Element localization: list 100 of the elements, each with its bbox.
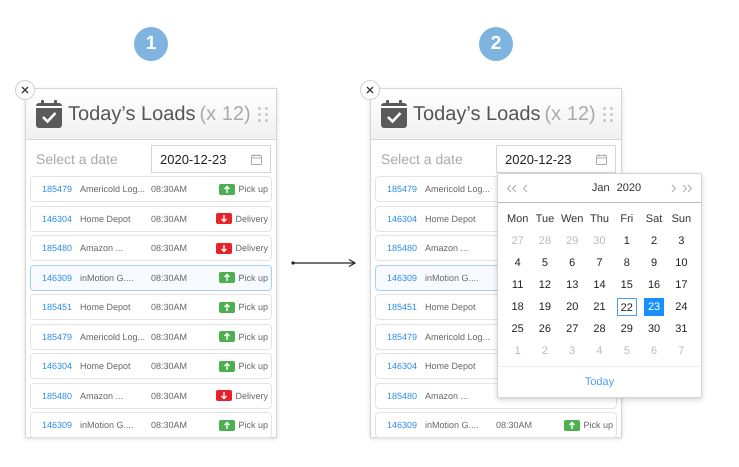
load-id[interactable]: 185480 (42, 390, 80, 400)
month-label[interactable]: Jan (592, 182, 610, 194)
calendar-day[interactable]: 31 (671, 320, 692, 338)
load-id[interactable]: 146309 (387, 272, 425, 282)
load-id[interactable]: 185451 (387, 302, 425, 312)
customer-name: Americold Log... (425, 184, 492, 194)
load-type: Pick up (583, 420, 613, 430)
customer-name: Home Depot (425, 214, 477, 224)
load-row[interactable]: 185451 Home Depot 08:30AM Pick up (30, 294, 272, 320)
load-type: Delivery (235, 243, 268, 253)
close-button[interactable] (15, 80, 35, 100)
load-type: Pick up (238, 184, 268, 194)
date-field[interactable]: 2020-12-23 (151, 145, 271, 173)
load-time: 08:30AM (151, 214, 188, 224)
load-id[interactable]: 146304 (42, 361, 80, 371)
load-type: Pick up (238, 332, 268, 342)
calendar-day[interactable]: 21 (589, 298, 610, 316)
calendar-day[interactable]: 9 (644, 254, 664, 272)
calendar-day[interactable]: 16 (644, 276, 664, 294)
customer-name: inMotion G.... (425, 272, 480, 282)
weekday-label: Tue (534, 212, 556, 227)
load-id[interactable]: 146304 (387, 361, 425, 371)
load-id[interactable]: 185479 (42, 332, 80, 342)
date-field[interactable]: 2020-12-23 (496, 145, 616, 173)
load-time: 08:30AM (151, 243, 188, 253)
load-id[interactable]: 185479 (387, 184, 425, 194)
calendar-day[interactable]: 17 (671, 276, 692, 294)
calendar-day[interactable]: 20 (562, 298, 582, 316)
customer-name: Amazon ... (425, 243, 470, 253)
step-badge: 2 (479, 27, 513, 61)
weekday-label: Sat (644, 212, 664, 227)
load-row[interactable]: 146309 inMotion G.... 08:30AM Pick up (30, 264, 272, 290)
load-id[interactable]: 185480 (42, 243, 80, 253)
customer-name: inMotion G.... (80, 420, 135, 430)
customer-name: Americold Log... (425, 332, 492, 342)
customer-name: Home Depot (80, 302, 132, 312)
load-row[interactable]: 146304 Home Depot 08:30AM Delivery (30, 206, 272, 232)
calendar-day[interactable]: 2 (644, 232, 664, 250)
load-row[interactable]: 146309 inMotion G.... 08:30AM Pick up (375, 412, 617, 438)
load-time: 08:30AM (151, 184, 188, 194)
calendar-day[interactable]: 18 (508, 298, 528, 316)
customer-name: Americold Log... (80, 332, 146, 342)
customer-name: Home Depot (425, 361, 477, 371)
calendar-day[interactable]: 1 (616, 232, 637, 250)
calendar-day[interactable]: 30 (644, 320, 664, 338)
customer-name: inMotion G.... (80, 272, 135, 282)
load-id[interactable]: 146309 (42, 420, 80, 430)
weekday-label: Sun (670, 212, 692, 227)
customer-name: Home Depot (425, 302, 477, 312)
load-id[interactable]: 146304 (387, 214, 425, 224)
load-row[interactable]: 146304 Home Depot 08:30AM Pick up (30, 353, 272, 379)
load-type: Pick up (238, 272, 268, 282)
load-count: (x 12) (544, 102, 596, 126)
year-label[interactable]: 2020 (616, 182, 642, 194)
drag-handle-icon (258, 106, 268, 122)
load-id[interactable]: 185480 (387, 390, 425, 400)
calendar-day[interactable]: 8 (616, 254, 637, 272)
calendar-icon (381, 100, 407, 128)
calendar-icon (36, 100, 62, 128)
customer-name: Americold Log... (80, 184, 146, 194)
load-id[interactable]: 146304 (42, 214, 80, 224)
load-row[interactable]: 185480 Amazon ... 08:30AM Delivery (30, 235, 272, 261)
weekday-label: Mon (506, 212, 530, 227)
load-time: 08:30AM (151, 332, 188, 342)
load-count: (x 12) (200, 102, 251, 126)
load-row[interactable]: 146309 inMotion G.... 08:30AM Pick up (30, 412, 272, 438)
calendar-day[interactable]: 19 (534, 298, 555, 316)
calendar-day[interactable]: 15 (616, 276, 637, 294)
weekday-label: Fri (619, 212, 634, 227)
load-id[interactable]: 185479 (42, 184, 80, 194)
double-left-icon (506, 184, 517, 192)
calendar-day[interactable]: 29 (616, 320, 637, 338)
load-row[interactable]: 185480 Amazon ... 08:30AM Delivery (30, 382, 272, 408)
calendar-icon (596, 154, 607, 164)
calendar-day[interactable]: 10 (671, 254, 692, 272)
arrow (290, 258, 356, 268)
load-id[interactable]: 146309 (387, 420, 425, 430)
load-id[interactable]: 146309 (42, 272, 80, 282)
calendar-day[interactable]: 3 (671, 232, 692, 250)
load-time: 08:30AM (151, 272, 188, 282)
load-row[interactable]: 185479 Americold Log... 08:30AM Pick up (30, 324, 272, 350)
chevron-left-icon (522, 184, 528, 192)
customer-name: Home Depot (80, 361, 132, 371)
close-button[interactable] (360, 80, 380, 100)
load-id[interactable]: 185479 (387, 332, 425, 342)
calendar-day[interactable]: 23 (644, 298, 664, 316)
panel-title: Today’s Loads (68, 102, 196, 126)
load-id[interactable]: 185480 (387, 243, 425, 253)
load-type: Pick up (238, 361, 268, 371)
close-icon (366, 86, 374, 94)
calendar-day[interactable]: 24 (671, 298, 692, 316)
double-right-icon (682, 184, 693, 192)
calendar-day[interactable]: 22 (616, 298, 637, 316)
chevron-right-icon (670, 184, 677, 192)
weekday-label: Wen (560, 212, 584, 227)
load-row[interactable]: 185479 Americold Log... 08:30AM Pick up (30, 176, 272, 202)
load-id[interactable]: 185451 (42, 302, 80, 312)
step-badge: 1 (134, 27, 168, 61)
load-type: Delivery (235, 214, 268, 224)
load-time: 08:30AM (151, 361, 188, 371)
